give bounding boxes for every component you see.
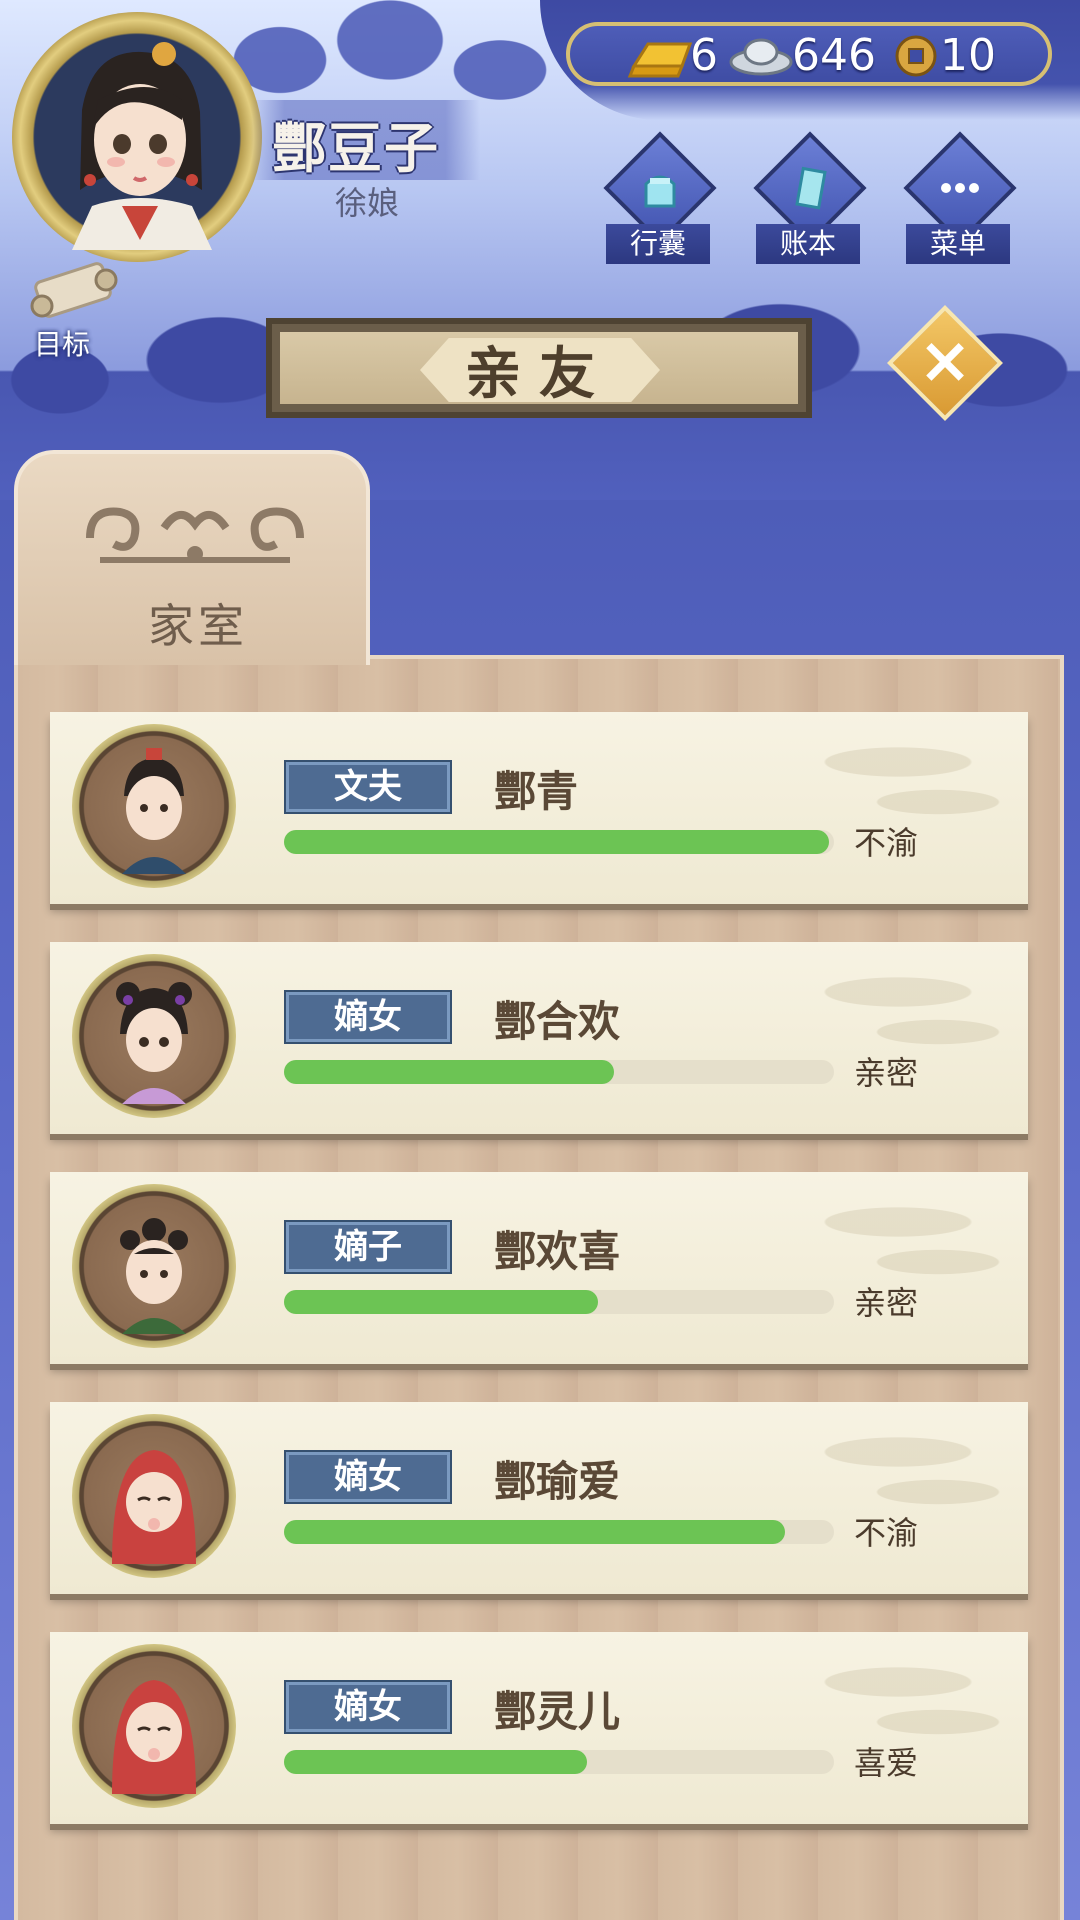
copper-coin-icon	[895, 35, 937, 77]
card-decoration	[738, 732, 1018, 822]
player-portrait	[72, 42, 212, 250]
relative-card[interactable]: 嫡女 酆灵儿 喜爱	[50, 1632, 1028, 1824]
gold-ingot-icon	[627, 42, 693, 78]
ledger-button[interactable]: 账本	[748, 131, 868, 270]
relative-card[interactable]: 文夫 酆青 不渝	[50, 712, 1028, 904]
relative-status: 亲密	[854, 1284, 919, 1322]
bond-bar-fill	[284, 830, 829, 854]
player-name: 酆豆子	[272, 117, 440, 180]
cloud-ornament-icon	[86, 507, 304, 563]
relative-name: 酆灵儿	[494, 1687, 621, 1736]
bond-bar	[284, 1060, 834, 1084]
relative-avatar	[72, 1644, 236, 1808]
gold-count: 6	[690, 30, 718, 81]
bond-bar	[284, 1520, 834, 1544]
menu-button[interactable]: 菜单	[898, 131, 1018, 270]
relative-portrait	[120, 1218, 188, 1334]
bag-label: 行囊	[606, 224, 710, 264]
card-decoration	[738, 1652, 1018, 1742]
relative-avatar	[72, 954, 236, 1118]
plaque-inner: 亲友	[280, 332, 798, 407]
card-decoration	[738, 1422, 1018, 1512]
player-title: 徐娘	[335, 184, 400, 222]
relative-role-badge: 嫡女	[284, 1680, 452, 1734]
silver-count: 646	[792, 30, 876, 81]
page-title: 亲友	[465, 342, 613, 407]
relative-portrait	[112, 1450, 196, 1564]
ledger-label: 账本	[756, 224, 860, 264]
bond-bar	[284, 1750, 834, 1774]
relative-portrait	[116, 982, 192, 1104]
bond-bar-fill	[284, 1060, 614, 1084]
bond-bar-fill	[284, 1750, 587, 1774]
relative-name: 酆合欢	[494, 997, 621, 1046]
relative-avatar	[72, 724, 236, 888]
relative-card[interactable]: 嫡子 酆欢喜 亲密	[50, 1172, 1028, 1364]
relative-avatar	[72, 1414, 236, 1578]
scroll-icon[interactable]	[18, 262, 128, 322]
relative-status: 亲密	[854, 1054, 919, 1092]
more-icon	[941, 183, 979, 193]
relative-name: 酆欢喜	[494, 1227, 621, 1276]
relative-avatar	[72, 1184, 236, 1348]
relative-name: 酆青	[494, 767, 579, 816]
silver-ingot-icon	[729, 38, 793, 76]
close-icon[interactable]: ×	[904, 320, 986, 402]
bond-bar-fill	[284, 1290, 598, 1314]
relative-status: 不渝	[854, 1514, 919, 1552]
relative-role-badge: 嫡女	[284, 1450, 452, 1504]
card-decoration	[738, 962, 1018, 1052]
coin-count: 10	[940, 30, 996, 81]
relative-role-badge: 嫡子	[284, 1220, 452, 1274]
relative-portrait	[112, 1680, 196, 1794]
relative-role-badge: 文夫	[284, 760, 452, 814]
relative-name: 酆瑜爱	[494, 1457, 621, 1506]
book-icon	[795, 166, 827, 210]
tab-family-label: 家室	[148, 599, 248, 653]
relative-portrait	[122, 748, 186, 874]
relative-role-badge: 嫡女	[284, 990, 452, 1044]
bond-bar	[284, 1290, 834, 1314]
relative-status: 喜爱	[854, 1744, 919, 1782]
goal-label[interactable]: 目标	[34, 323, 90, 363]
bond-bar	[284, 830, 834, 854]
menu-label: 菜单	[906, 224, 1010, 264]
bag-icon	[644, 175, 676, 208]
header-plaque: 亲友	[266, 318, 812, 418]
relative-card[interactable]: 嫡女 酆瑜爱 不渝	[50, 1402, 1028, 1594]
relative-status: 不渝	[854, 824, 919, 862]
card-decoration	[738, 1192, 1018, 1282]
relative-card[interactable]: 嫡女 酆合欢 亲密	[50, 942, 1028, 1134]
bag-button[interactable]: 行囊	[598, 131, 718, 270]
bond-bar-fill	[284, 1520, 785, 1544]
